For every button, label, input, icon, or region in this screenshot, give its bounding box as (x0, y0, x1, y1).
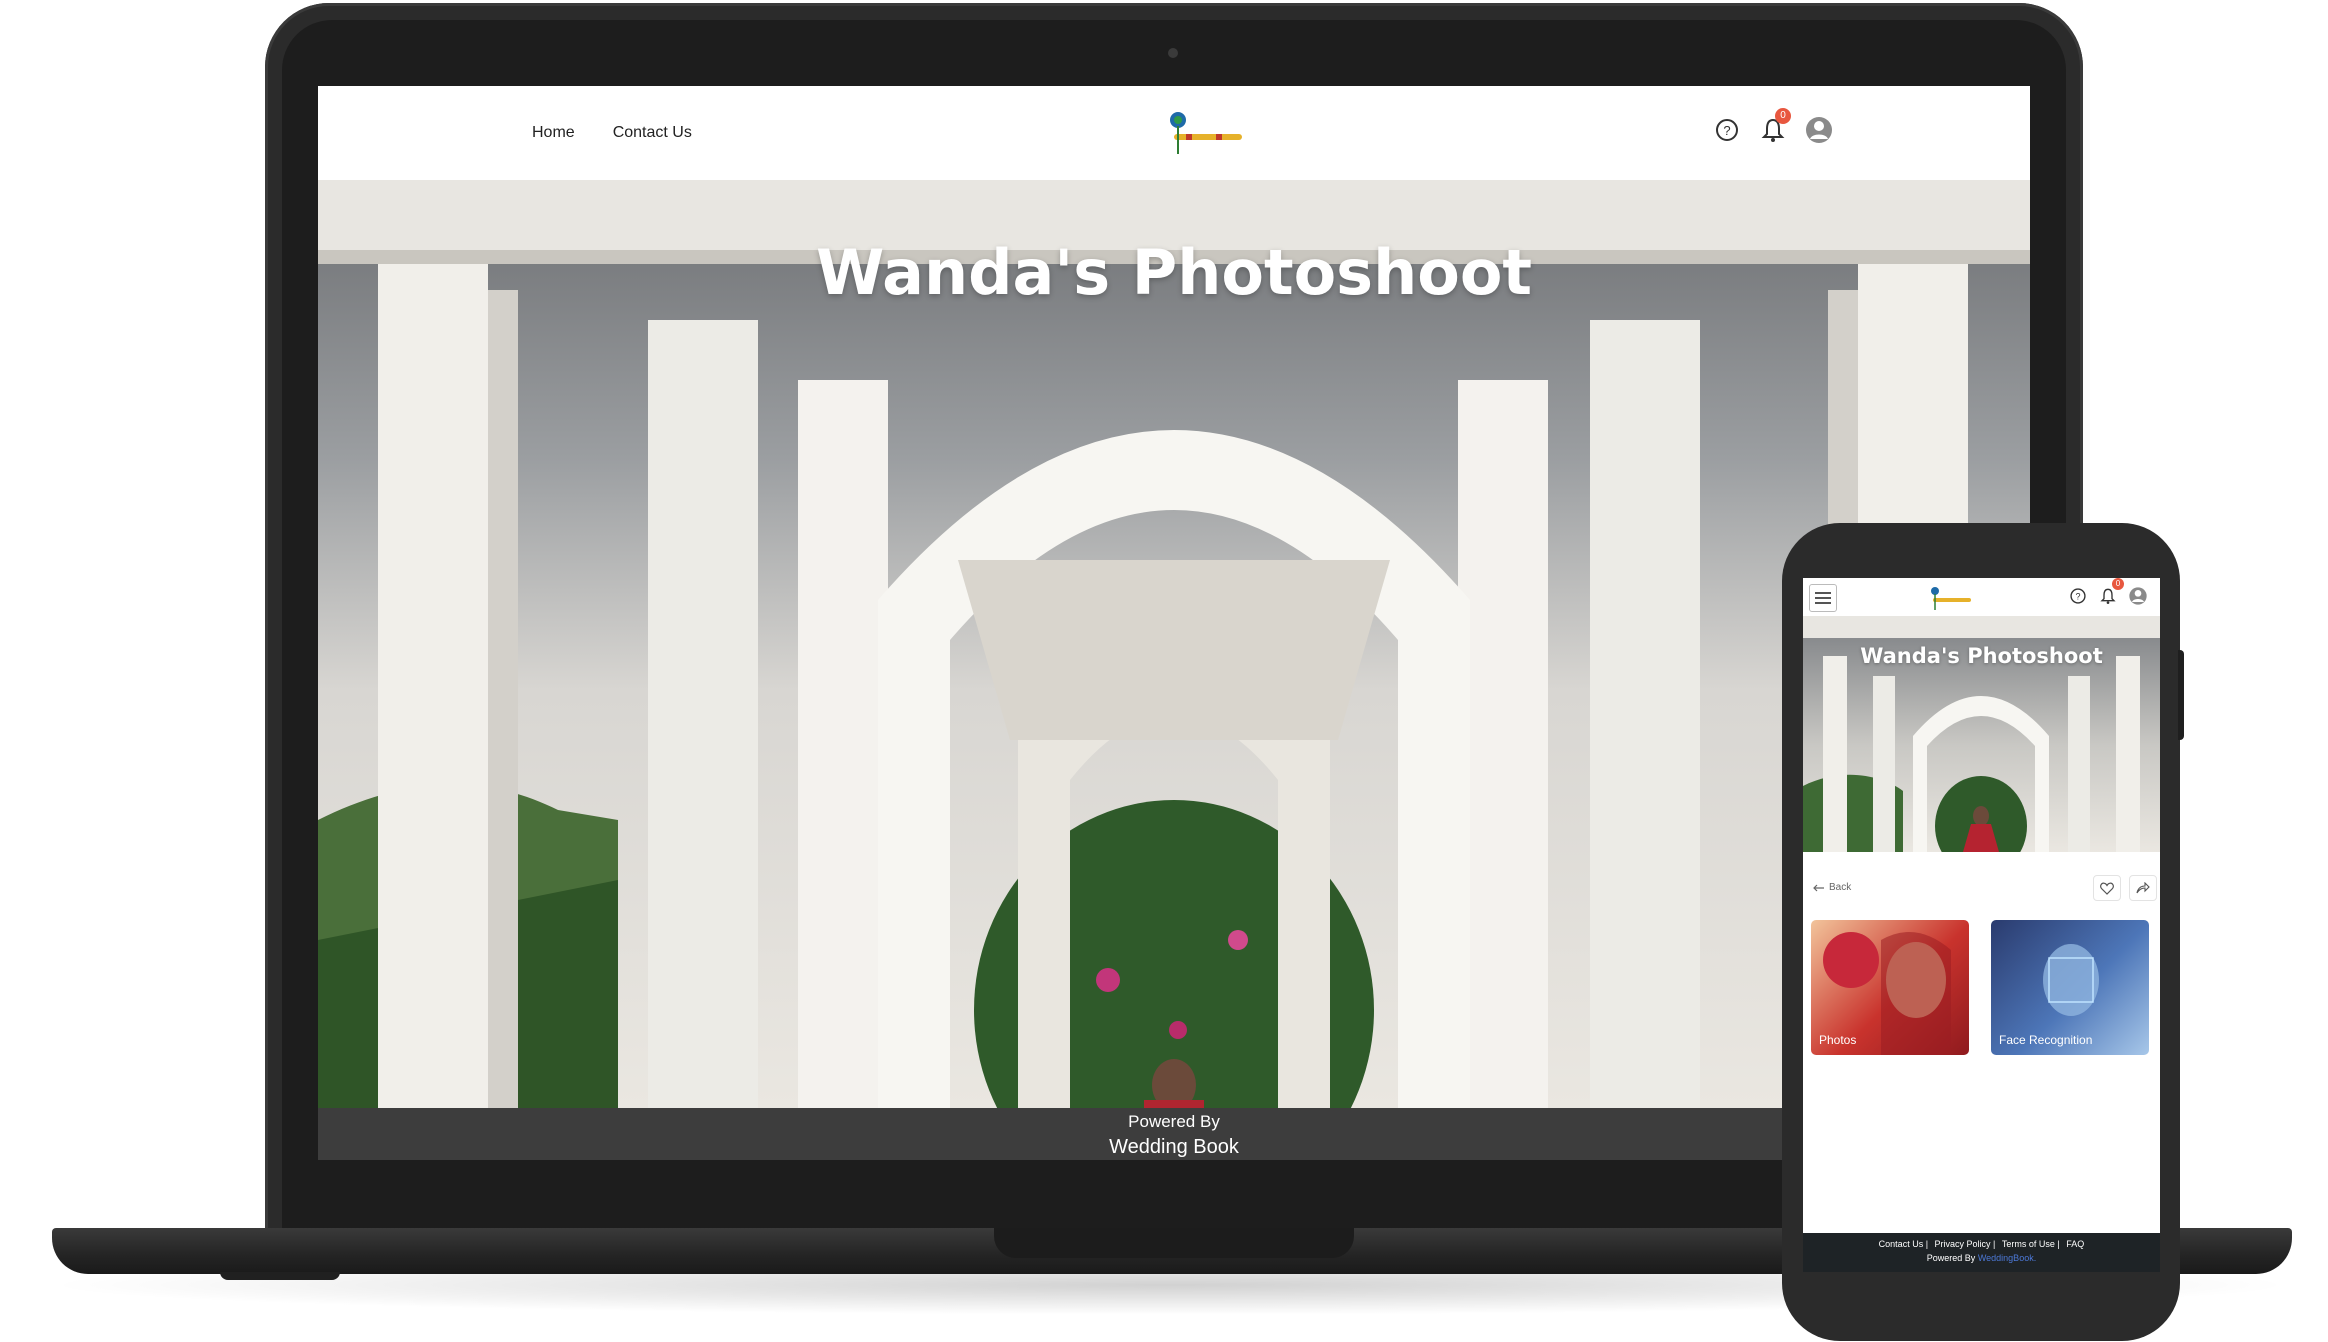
user-avatar-icon (1806, 117, 1832, 143)
phone-side-button (2178, 650, 2184, 740)
site-header: Home Contact Us ? 0 (318, 86, 2030, 181)
footer-link-terms-of-use[interactable]: Terms of Use | (2002, 1239, 2060, 1249)
hero-title: Wanda's Photoshoot (815, 236, 1533, 309)
hamburger-icon (1815, 592, 1831, 604)
flute-logo-icon[interactable] (1929, 584, 1973, 612)
photos-card-label: Photos (1819, 1033, 1857, 1047)
laptop-trackpad-notch (994, 1228, 1354, 1258)
hero-banner: Wanda's Photoshoot (318, 180, 2030, 1108)
arrow-left-icon (1813, 884, 1824, 891)
notifications-button[interactable]: 0 (2096, 578, 2124, 608)
photos-card[interactable]: Photos (1811, 920, 1969, 1055)
back-label: Back (1829, 882, 1852, 893)
help-icon: ? (1716, 119, 1738, 141)
phone-screen: ? 0 Wanda's Photoshoot Back Photos Face … (1803, 578, 2160, 1272)
laptop-camera (1168, 48, 1178, 58)
mobile-header-icons: ? 0 (2066, 578, 2150, 608)
laptop-foot (220, 1272, 340, 1280)
notification-badge: 0 (1775, 108, 1791, 124)
footer-link-faq[interactable]: FAQ (2066, 1239, 2084, 1249)
menu-button[interactable] (1809, 584, 1837, 612)
powered-by-label: Powered By (1926, 1253, 1976, 1263)
back-link[interactable]: Back (1813, 882, 1851, 893)
hero-image (318, 180, 2030, 1108)
share-button[interactable] (2129, 875, 2157, 901)
mobile-footer: Contact Us | Privacy Policy | Terms of U… (1803, 1233, 2160, 1272)
share-icon (2136, 882, 2150, 894)
header-icons: ? 0 (1711, 108, 1835, 146)
bell-icon (2100, 588, 2116, 604)
brand-link[interactable]: WeddingBook. (1978, 1253, 2036, 1263)
powered-by-label: Powered By (1128, 1112, 1220, 1131)
heart-icon (2100, 882, 2114, 895)
face-recognition-card-label: Face Recognition (1999, 1033, 2093, 1047)
help-button[interactable]: ? (1711, 114, 1743, 146)
footer-link-contact-us[interactable]: Contact Us | (1879, 1239, 1928, 1249)
laptop-screen: Home Contact Us ? 0 Wanda's Photoshoot P… (318, 86, 2030, 1160)
site-footer: Powered By Wedding Book (318, 1108, 2030, 1160)
help-button[interactable]: ? (2066, 584, 2090, 608)
mobile-powered-by: Powered By WeddingBook. (1803, 1253, 2160, 1263)
notification-badge: 0 (2112, 578, 2124, 590)
flute-logo-icon[interactable] (1166, 108, 1246, 158)
nav-contact-us[interactable]: Contact Us (613, 124, 692, 142)
footer-links: Contact Us | Privacy Policy | Terms of U… (1803, 1239, 2160, 1249)
mobile-hero-title: Wanda's Photoshoot (1860, 644, 2103, 668)
account-button[interactable] (1803, 114, 1835, 146)
mobile-hero-banner: Wanda's Photoshoot (1803, 616, 2160, 852)
help-icon: ? (2070, 588, 2086, 604)
notifications-button[interactable]: 0 (1757, 108, 1791, 146)
svg-text:?: ? (1723, 123, 1730, 138)
main-nav: Home Contact Us (532, 124, 692, 142)
account-button[interactable] (2126, 584, 2150, 608)
favorite-button[interactable] (2093, 875, 2121, 901)
nav-home[interactable]: Home (532, 124, 575, 142)
album-actions (2093, 875, 2157, 901)
mobile-header: ? 0 (1803, 578, 2160, 617)
footer-link-privacy-policy[interactable]: Privacy Policy | (1935, 1239, 1996, 1249)
user-avatar-icon (2129, 587, 2147, 605)
face-recognition-card[interactable]: Face Recognition (1991, 920, 2149, 1055)
footer-brand[interactable]: Wedding Book (318, 1136, 2030, 1159)
svg-text:?: ? (2075, 591, 2080, 601)
